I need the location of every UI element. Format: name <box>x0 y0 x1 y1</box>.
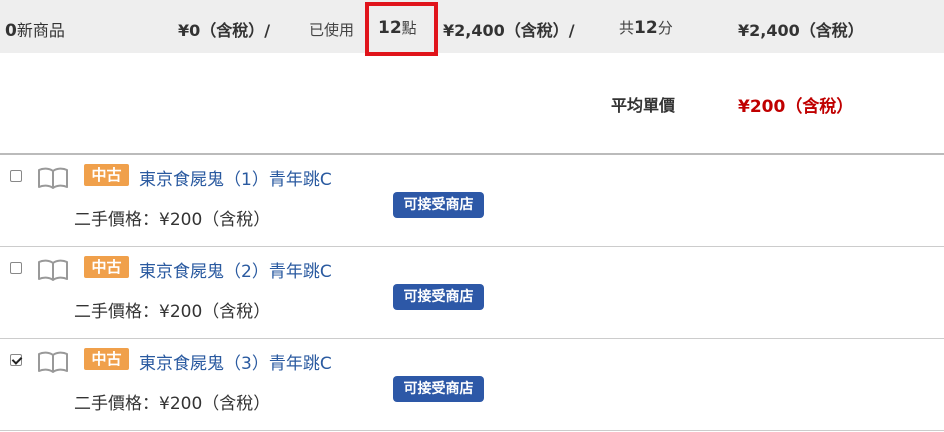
used-items-price: ¥2,400（含稅）/ <box>443 21 575 40</box>
book-icon <box>38 351 68 373</box>
cart-summary-bar: 0新商品 ¥0（含稅）/ 已使用 12點 ¥2,400（含稅）/ 共12分 ¥2… <box>0 0 944 53</box>
total-count: 共12分 <box>619 17 673 38</box>
new-items-count: 0新商品 <box>5 17 65 41</box>
item-checkbox[interactable] <box>10 170 22 182</box>
list-item: 中古 東京食屍鬼（3）青年跳C 二手價格：¥200（含稅） 可接受商店 <box>0 339 944 431</box>
new-label: 新商品 <box>16 21 65 40</box>
item-title-link[interactable]: 東京食屍鬼（2）青年跳C <box>139 257 332 282</box>
total-label: 共 <box>619 19 635 37</box>
total-price: ¥2,400（含稅） <box>738 21 864 40</box>
condition-badge: 中古 <box>84 164 129 186</box>
new-count: 0 <box>5 21 17 41</box>
item-checkbox-checked[interactable] <box>10 354 22 366</box>
book-icon <box>38 259 68 281</box>
condition-badge: 中古 <box>84 256 129 278</box>
item-title-link[interactable]: 東京食屍鬼（1）青年跳C <box>139 165 332 190</box>
item-checkbox[interactable] <box>10 262 22 274</box>
item-price: 二手價格：¥200（含稅） <box>74 394 271 414</box>
accepting-store-button[interactable]: 可接受商店 <box>393 376 484 402</box>
used-label: 已使用 <box>309 21 355 39</box>
item-title-link[interactable]: 東京食屍鬼（3）青年跳C <box>139 349 332 374</box>
average-price-value: ¥200（含稅） <box>738 97 854 117</box>
total-count-unit: 分 <box>657 19 673 37</box>
list-item: 中古 東京食屍鬼（2）青年跳C 二手價格：¥200（含稅） 可接受商店 <box>0 247 944 339</box>
item-price: 二手價格：¥200（含稅） <box>74 210 271 230</box>
accepting-store-button[interactable]: 可接受商店 <box>393 284 484 310</box>
highlight-box <box>365 2 438 56</box>
item-price: 二手價格：¥200（含稅） <box>74 302 271 322</box>
accepting-store-button[interactable]: 可接受商店 <box>393 192 484 218</box>
average-price-label: 平均單價 <box>611 96 676 115</box>
book-icon <box>38 167 68 189</box>
list-item: 中古 東京食屍鬼（1）青年跳C 二手價格：¥200（含稅） 可接受商店 <box>0 155 944 247</box>
list-divider <box>0 430 944 431</box>
new-items-price: ¥0（含稅）/ <box>178 21 271 40</box>
total-count-number: 12 <box>634 18 658 38</box>
condition-badge: 中古 <box>84 348 129 370</box>
